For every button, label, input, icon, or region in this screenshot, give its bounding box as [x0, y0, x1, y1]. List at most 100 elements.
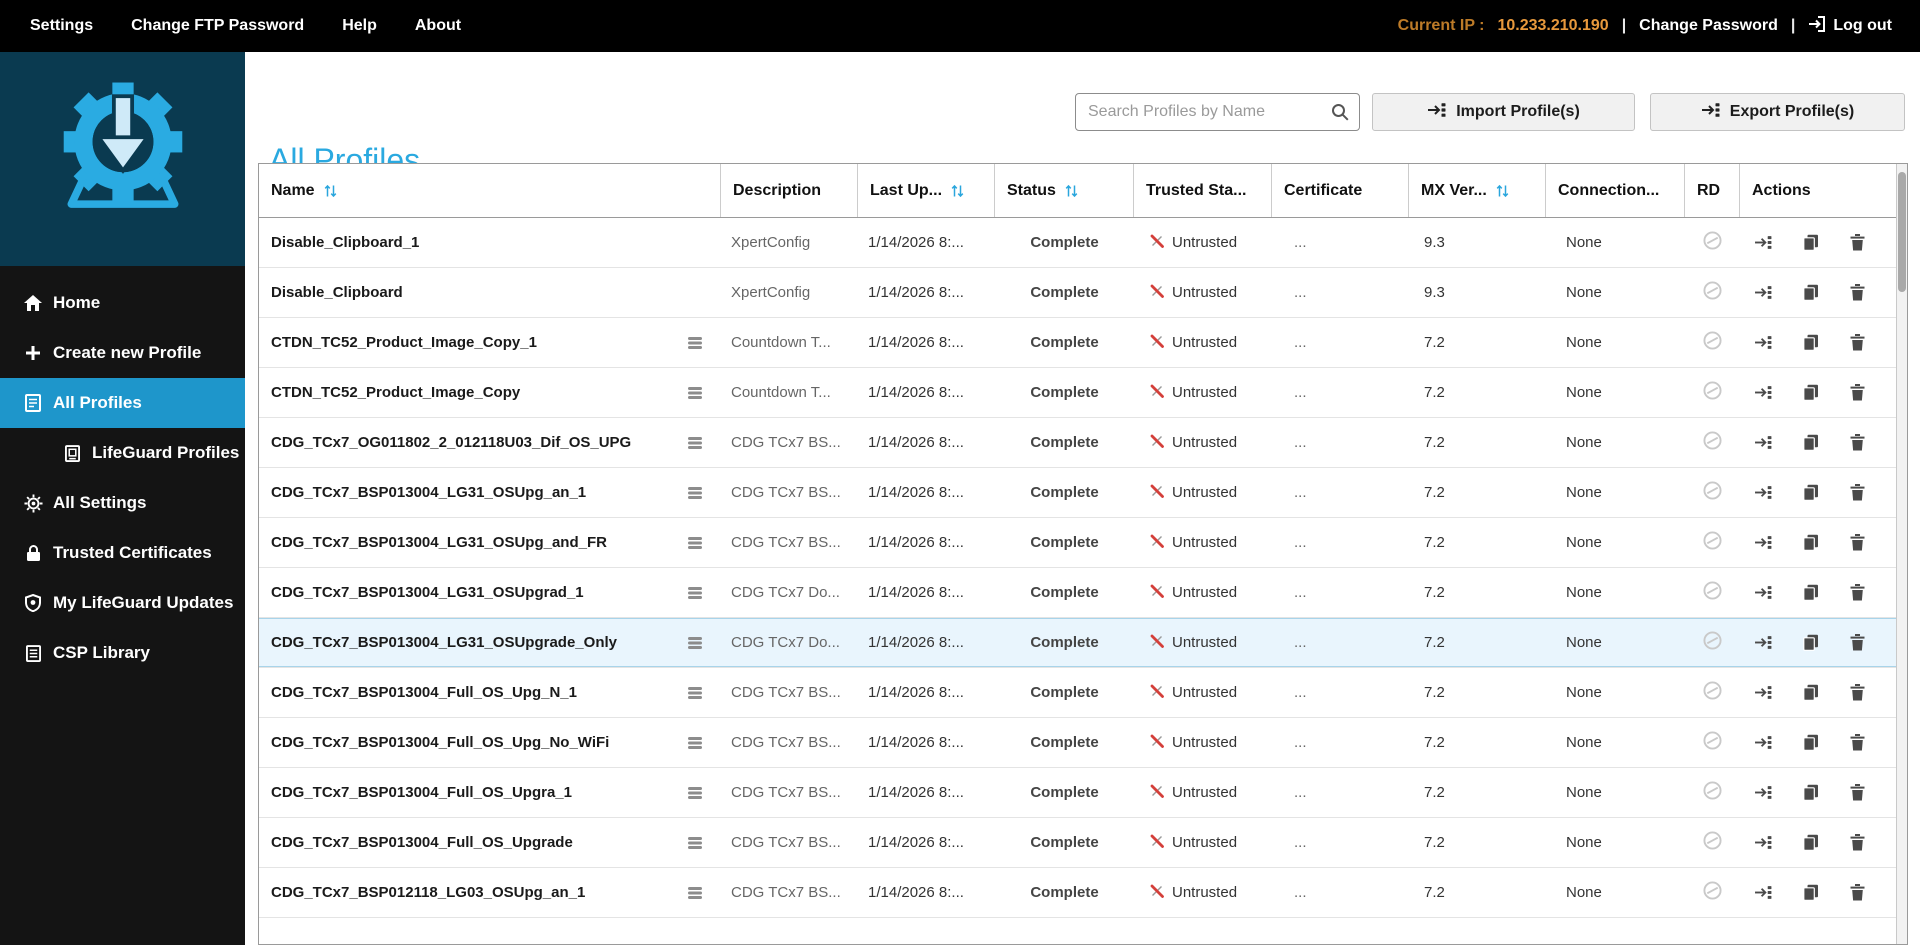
profile-name-cell: CDG_TCx7_BSP013004_Full_OS_Upgrade [259, 818, 721, 867]
topbar-item-settings[interactable]: Settings [30, 17, 93, 35]
copy-profile-icon[interactable] [1803, 534, 1819, 551]
import-profiles-button[interactable]: Import Profile(s) [1372, 93, 1635, 131]
delete-profile-icon[interactable] [1850, 434, 1865, 451]
sidebar-item-lifeguard-profiles[interactable]: LifeGuard Profiles [0, 428, 245, 478]
sidebar-item-create-new-profile[interactable]: Create new Profile [0, 328, 245, 378]
deploy-profile-icon[interactable] [1754, 435, 1772, 450]
sidebar-item-csp-library[interactable]: CSP Library [0, 628, 245, 678]
table-scrollbar[interactable] [1896, 164, 1907, 944]
deploy-profile-icon[interactable] [1754, 735, 1772, 750]
sidebar-item-all-settings[interactable]: All Settings [0, 478, 245, 528]
profile-description: XpertConfig [731, 234, 811, 251]
copy-profile-icon[interactable] [1803, 784, 1819, 801]
deploy-profile-icon[interactable] [1754, 835, 1772, 850]
stack-icon [687, 386, 703, 400]
copy-profile-icon[interactable] [1803, 584, 1819, 601]
copy-profile-icon[interactable] [1803, 484, 1819, 501]
profile-row-cdg-tcx7-bsp013004-full-os-upg-no-wifi[interactable]: CDG_TCx7_BSP013004_Full_OS_Upg_No_WiFi CD… [259, 718, 1907, 768]
copy-profile-icon[interactable] [1803, 884, 1819, 901]
export-profiles-button[interactable]: Export Profile(s) [1650, 93, 1905, 131]
deploy-profile-icon[interactable] [1754, 485, 1772, 500]
sort-icon[interactable] [1496, 184, 1509, 198]
profile-row-cdg-tcx7-og011802-2-012118u03-dif-os-upg[interactable]: CDG_TCx7_OG011802_2_012118U03_Dif_OS_UPG… [259, 418, 1907, 468]
delete-profile-icon[interactable] [1850, 384, 1865, 401]
sidebar-item-home[interactable]: Home [0, 278, 245, 328]
delete-profile-icon[interactable] [1850, 484, 1865, 501]
profile-name-cell: CDG_TCx7_BSP013004_LG31_OSUpgrad_1 [259, 568, 721, 617]
deploy-profile-icon[interactable] [1754, 785, 1772, 800]
profile-trusted-status: Untrusted [1134, 318, 1272, 367]
profile-row-cdg-tcx7-bsp013004-lg31-osupgrade-only[interactable]: CDG_TCx7_BSP013004_LG31_OSUpgrade_Only CD… [259, 618, 1907, 668]
deploy-profile-icon[interactable] [1754, 585, 1772, 600]
profile-certificate: ... [1294, 234, 1307, 251]
topbar-item-about[interactable]: About [415, 17, 461, 35]
delete-profile-icon[interactable] [1850, 834, 1865, 851]
topbar-item-change-ftp-password[interactable]: Change FTP Password [131, 17, 304, 35]
delete-profile-icon[interactable] [1850, 334, 1865, 351]
copy-profile-icon[interactable] [1803, 634, 1819, 651]
profile-name: CTDN_TC52_Product_Image_Copy_1 [271, 334, 537, 351]
delete-profile-icon[interactable] [1850, 284, 1865, 301]
profile-row-cdg-tcx7-bsp013004-lg31-osupgrad-1[interactable]: CDG_TCx7_BSP013004_LG31_OSUpgrad_1 CDG TC… [259, 568, 1907, 618]
copy-profile-icon[interactable] [1803, 834, 1819, 851]
sort-icon[interactable] [951, 184, 964, 198]
column-header-name[interactable]: Name [259, 164, 721, 217]
deploy-profile-icon[interactable] [1754, 235, 1772, 250]
profile-connection: None [1566, 684, 1602, 701]
column-header-mx-ver[interactable]: MX Ver... [1409, 164, 1546, 217]
deploy-profile-icon[interactable] [1754, 635, 1772, 650]
copy-profile-icon[interactable] [1803, 334, 1819, 351]
copy-profile-icon[interactable] [1803, 384, 1819, 401]
deploy-profile-icon[interactable] [1754, 885, 1772, 900]
sidebar-item-all-profiles[interactable]: All Profiles [0, 378, 245, 428]
profile-row-disable-clipboard-1[interactable]: Disable_Clipboard_1 XpertConfig 1/14/2026 … [259, 218, 1907, 268]
delete-profile-icon[interactable] [1850, 884, 1865, 901]
logout-button[interactable]: Log out [1808, 15, 1892, 37]
sort-icon[interactable] [324, 184, 337, 198]
deploy-profile-icon[interactable] [1754, 285, 1772, 300]
copy-profile-icon[interactable] [1803, 684, 1819, 701]
copy-profile-icon[interactable] [1803, 434, 1819, 451]
sidebar-item-my-lifeguard-updates[interactable]: My LifeGuard Updates [0, 578, 245, 628]
delete-profile-icon[interactable] [1850, 534, 1865, 551]
change-password-link[interactable]: Change Password [1639, 17, 1778, 35]
profile-last-updated: 1/14/2026 8:... [868, 634, 964, 651]
scrollbar-thumb[interactable] [1898, 172, 1906, 292]
copy-profile-icon[interactable] [1803, 234, 1819, 251]
sidebar-item-trusted-certificates[interactable]: Trusted Certificates [0, 528, 245, 578]
topbar-item-help[interactable]: Help [342, 17, 377, 35]
search-profiles-input[interactable] [1076, 95, 1331, 129]
deploy-profile-icon[interactable] [1754, 385, 1772, 400]
profile-connection: None [1566, 334, 1602, 351]
delete-profile-icon[interactable] [1850, 734, 1865, 751]
profile-row-cdg-tcx7-bsp013004-full-os-upgra-1[interactable]: CDG_TCx7_BSP013004_Full_OS_Upgra_1 CDG TC… [259, 768, 1907, 818]
sidebar-item-label: Home [53, 293, 101, 312]
delete-profile-icon[interactable] [1850, 684, 1865, 701]
profile-certificate: ... [1294, 534, 1307, 551]
profile-row-cdg-tcx7-bsp013004-lg31-osupg-and-fr[interactable]: CDG_TCx7_BSP013004_LG31_OSUpg_and_FR CDG … [259, 518, 1907, 568]
profile-row-cdg-tcx7-bsp013004-lg31-osupg-an-1[interactable]: CDG_TCx7_BSP013004_LG31_OSUpg_an_1 CDG TC… [259, 468, 1907, 518]
delete-profile-icon[interactable] [1850, 234, 1865, 251]
column-header-status[interactable]: Status [995, 164, 1134, 217]
profile-name-cell: Disable_Clipboard_1 [259, 218, 721, 267]
delete-profile-icon[interactable] [1850, 634, 1865, 651]
copy-profile-icon[interactable] [1803, 734, 1819, 751]
profile-row-cdg-tcx7-bsp013004-full-os-upg-n-1[interactable]: CDG_TCx7_BSP013004_Full_OS_Upg_N_1 CDG TC… [259, 668, 1907, 718]
profile-row-cdg-tcx7-bsp012118-lg03-osupg-an-1[interactable]: CDG_TCx7_BSP012118_LG03_OSUpg_an_1 CDG TC… [259, 868, 1907, 918]
delete-profile-icon[interactable] [1850, 784, 1865, 801]
profile-status: Complete [1030, 684, 1099, 701]
deploy-profile-icon[interactable] [1754, 535, 1772, 550]
copy-profile-icon[interactable] [1803, 284, 1819, 301]
deploy-profile-icon[interactable] [1754, 335, 1772, 350]
delete-profile-icon[interactable] [1850, 584, 1865, 601]
sort-icon[interactable] [1065, 184, 1078, 198]
profile-row-ctdn-tc52-product-image-copy[interactable]: CTDN_TC52_Product_Image_Copy Countdown T.… [259, 368, 1907, 418]
profile-name: CDG_TCx7_BSP013004_LG31_OSUpg_and_FR [271, 534, 607, 551]
column-header-last-up[interactable]: Last Up... [858, 164, 995, 217]
deploy-profile-icon[interactable] [1754, 685, 1772, 700]
profile-row-disable-clipboard[interactable]: Disable_Clipboard XpertConfig 1/14/2026 8:… [259, 268, 1907, 318]
profile-row-ctdn-tc52-product-image-copy-1[interactable]: CTDN_TC52_Product_Image_Copy_1 Countdown … [259, 318, 1907, 368]
profile-last-updated: 1/14/2026 8:... [868, 584, 964, 601]
profile-name-cell: CDG_TCx7_BSP013004_Full_OS_Upgra_1 [259, 768, 721, 817]
profile-row-cdg-tcx7-bsp013004-full-os-upgrade[interactable]: CDG_TCx7_BSP013004_Full_OS_Upgrade CDG TC… [259, 818, 1907, 868]
